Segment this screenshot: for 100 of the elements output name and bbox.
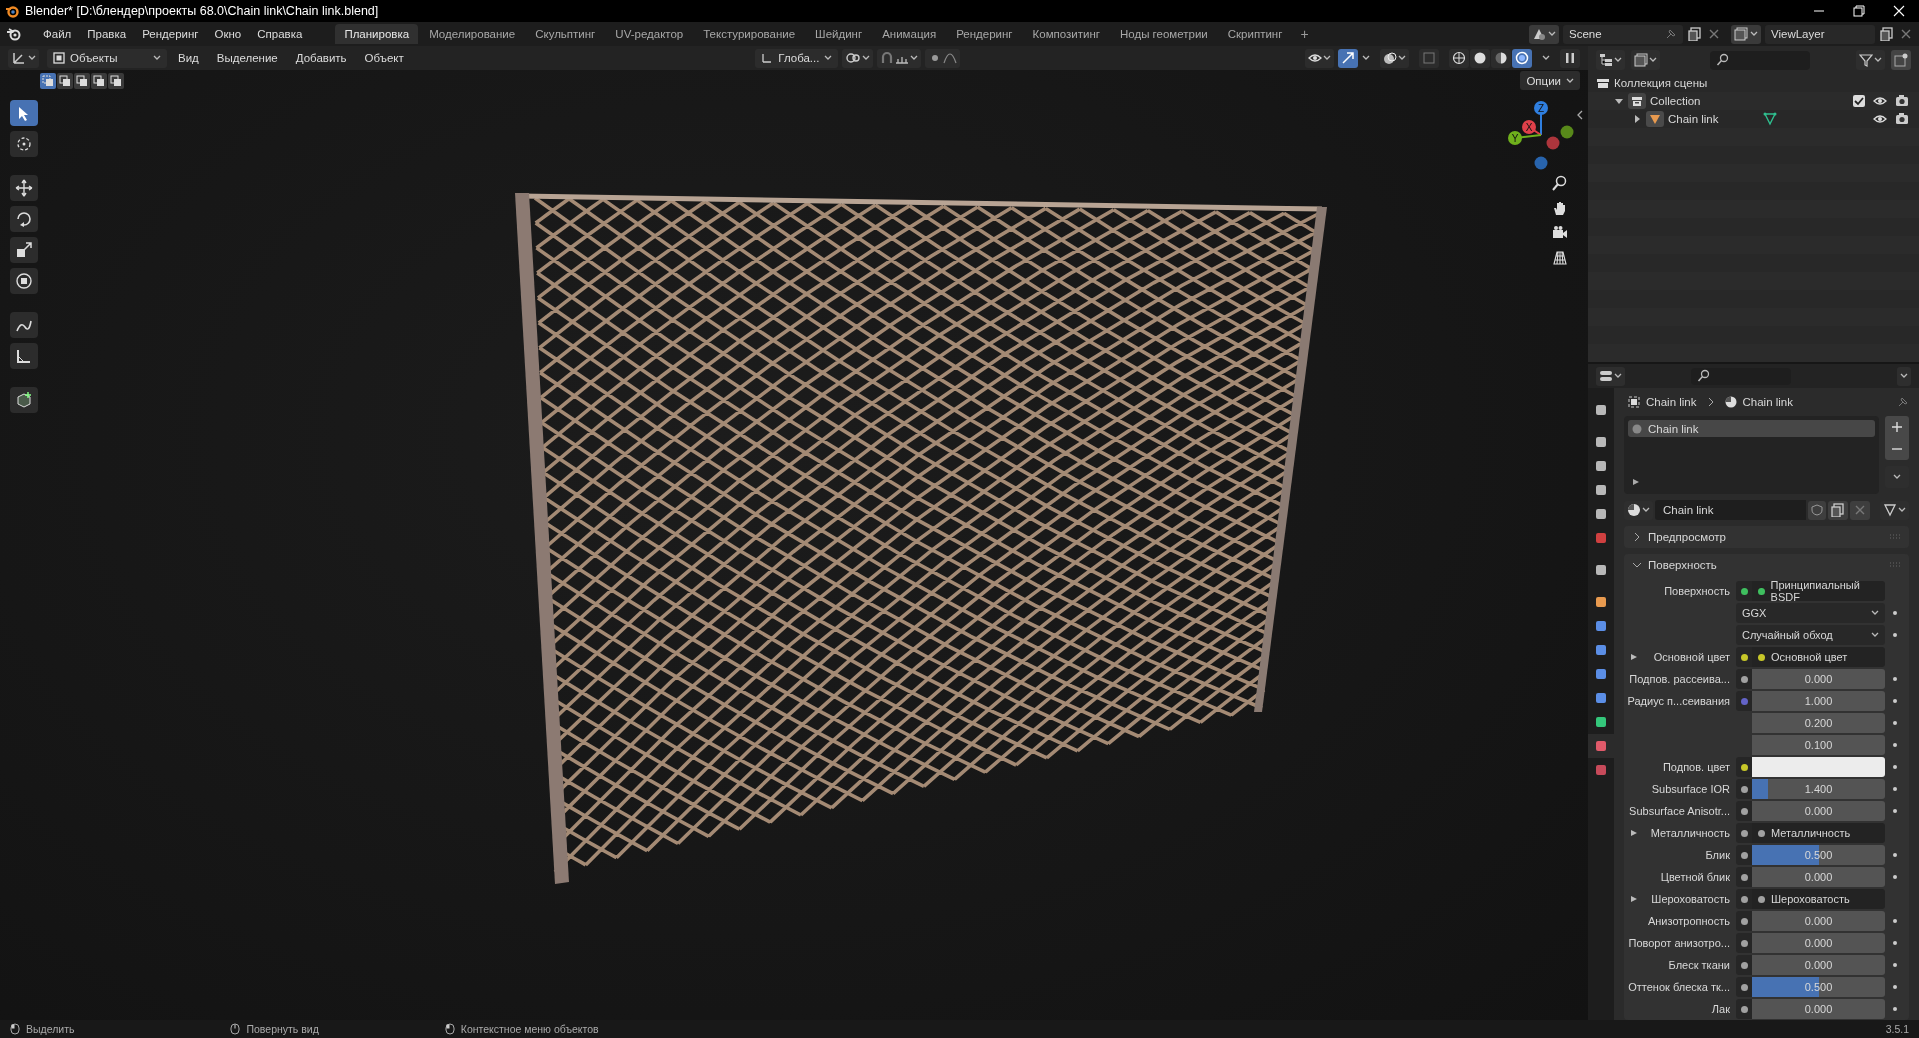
expand-triangle-icon[interactable] [1614,96,1624,106]
link-field[interactable]: Шероховатость [1752,889,1885,909]
link-field[interactable]: Основной цвет [1752,647,1885,667]
socket-button[interactable] [1736,977,1752,997]
socket-button[interactable] [1736,845,1752,865]
hand-icon[interactable] [1552,200,1568,216]
caret-icon[interactable] [1542,54,1550,62]
tool-button[interactable] [10,175,38,201]
panel-header[interactable]: Поверхность [1624,554,1909,576]
menu-item[interactable]: Справка [250,25,310,43]
panel-header[interactable]: Предпросмотр [1624,526,1909,548]
tool-button[interactable] [10,100,38,126]
pin-icon[interactable] [1665,28,1677,40]
workspace-tab[interactable]: Текстурирование [694,24,805,44]
keyframe-icon[interactable] [1893,765,1897,769]
workspace-tab[interactable]: Шейдинг [806,24,872,44]
add-slot-button[interactable] [1885,416,1909,438]
color-swatch[interactable] [1752,757,1885,777]
overlay-toggle[interactable] [1380,48,1409,68]
tree-item[interactable]: Коллекция сцены [1614,77,1708,89]
orientation-dropdown[interactable]: Глоба... [755,48,839,68]
axis-handle[interactable]: Z [1534,101,1548,136]
menu-item[interactable]: Добавить [288,49,354,67]
snap-dropdown[interactable] [877,48,922,68]
axis-handle[interactable] [1546,136,1560,150]
expand-triangle-icon[interactable] [1630,895,1638,903]
menu-item[interactable]: Правка [80,25,134,43]
slider[interactable]: 0.000 [1752,669,1885,689]
pin-icon[interactable] [1897,396,1909,408]
tree-item[interactable]: Collection [1650,95,1701,107]
axis-handle[interactable]: Y [1508,131,1542,145]
keyframe-icon[interactable] [1893,853,1897,857]
menu-item[interactable]: Объект [357,49,411,67]
expand-triangle-icon[interactable] [1630,653,1638,661]
tool-button[interactable] [10,131,38,157]
keyframe-icon[interactable] [1893,699,1897,703]
options-dropdown[interactable] [1897,366,1911,386]
blender-logo-icon[interactable] [6,26,22,42]
socket-button[interactable] [1736,801,1752,821]
remove-slot-button[interactable] [1885,438,1909,460]
copy-button[interactable] [1828,500,1848,520]
keyframe-icon[interactable] [1893,677,1897,681]
zoom-icon[interactable] [1552,175,1568,191]
number-field[interactable]: 1.000 [1752,691,1885,711]
tool-button[interactable] [10,268,38,294]
socket-button[interactable] [1736,779,1752,799]
socket-button[interactable] [1736,867,1752,887]
socket-button[interactable] [1736,933,1752,953]
shading-button[interactable] [1512,48,1532,68]
dropdown[interactable]: Случайный обход [1736,625,1885,645]
keyframe-icon[interactable] [1893,633,1897,637]
select-mode-button[interactable] [74,73,90,89]
socket-button[interactable] [1736,889,1752,909]
grid-icon[interactable] [1552,250,1568,266]
menu-item[interactable]: Рендеринг [135,25,206,43]
proportional-toggle[interactable] [925,48,961,68]
camera-icon[interactable] [1895,112,1909,126]
slider[interactable]: 0.000 [1752,801,1885,821]
workspace-tab[interactable]: Скульптинг [526,24,605,44]
close-icon[interactable] [1893,5,1905,17]
filter-dropdown[interactable] [1856,50,1885,70]
material-slot[interactable]: Chain link [1628,420,1875,437]
editor-type-menu[interactable] [1596,366,1625,386]
material-name-field[interactable]: Chain link [1655,500,1806,520]
menu-item[interactable]: Вид [171,49,206,67]
socket-button[interactable] [1736,911,1752,931]
editor-type-menu[interactable] [8,48,39,68]
socket-button[interactable] [1736,955,1752,975]
eye-icon[interactable] [1873,112,1887,126]
scene-selector[interactable] [1529,24,1559,44]
shading-button[interactable] [1449,48,1469,68]
tool-button[interactable] [10,343,38,369]
pivot-dropdown[interactable] [842,48,874,68]
workspace-tab[interactable]: Скриптинг [1218,24,1292,44]
workspace-tab[interactable]: Планировка [335,24,419,44]
keyframe-icon[interactable] [1893,875,1897,879]
keyframe-icon[interactable] [1893,743,1897,747]
shading-button[interactable] [1470,48,1490,68]
checkbox[interactable] [1853,95,1865,107]
tool-button[interactable] [10,387,38,413]
camera-icon[interactable] [1895,94,1909,108]
menu-item[interactable]: Выделение [209,49,285,67]
select-mode-button[interactable] [91,73,107,89]
copy-icon[interactable] [1880,27,1894,41]
gizmo-toggle[interactable] [1338,48,1358,68]
axis-handle[interactable] [1560,125,1574,139]
expand-triangle-icon[interactable] [1632,478,1640,486]
scene-field[interactable]: Scene [1563,24,1683,44]
new-collection-button[interactable] [1891,50,1911,70]
menu-item[interactable]: Окно [207,25,249,43]
expand-triangle-icon[interactable] [1632,114,1642,124]
link-field[interactable]: Принципиальный BSDF [1752,581,1885,601]
socket-button[interactable] [1736,999,1752,1019]
options-dropdown[interactable]: Опции [1520,71,1580,90]
menu-item[interactable]: Файл [36,25,79,43]
select-mode-button[interactable] [57,73,73,89]
restore-icon[interactable] [1853,5,1865,17]
shading-button[interactable] [1491,48,1511,68]
caret-icon[interactable] [1362,54,1370,62]
slider[interactable]: 0.000 [1752,911,1885,931]
